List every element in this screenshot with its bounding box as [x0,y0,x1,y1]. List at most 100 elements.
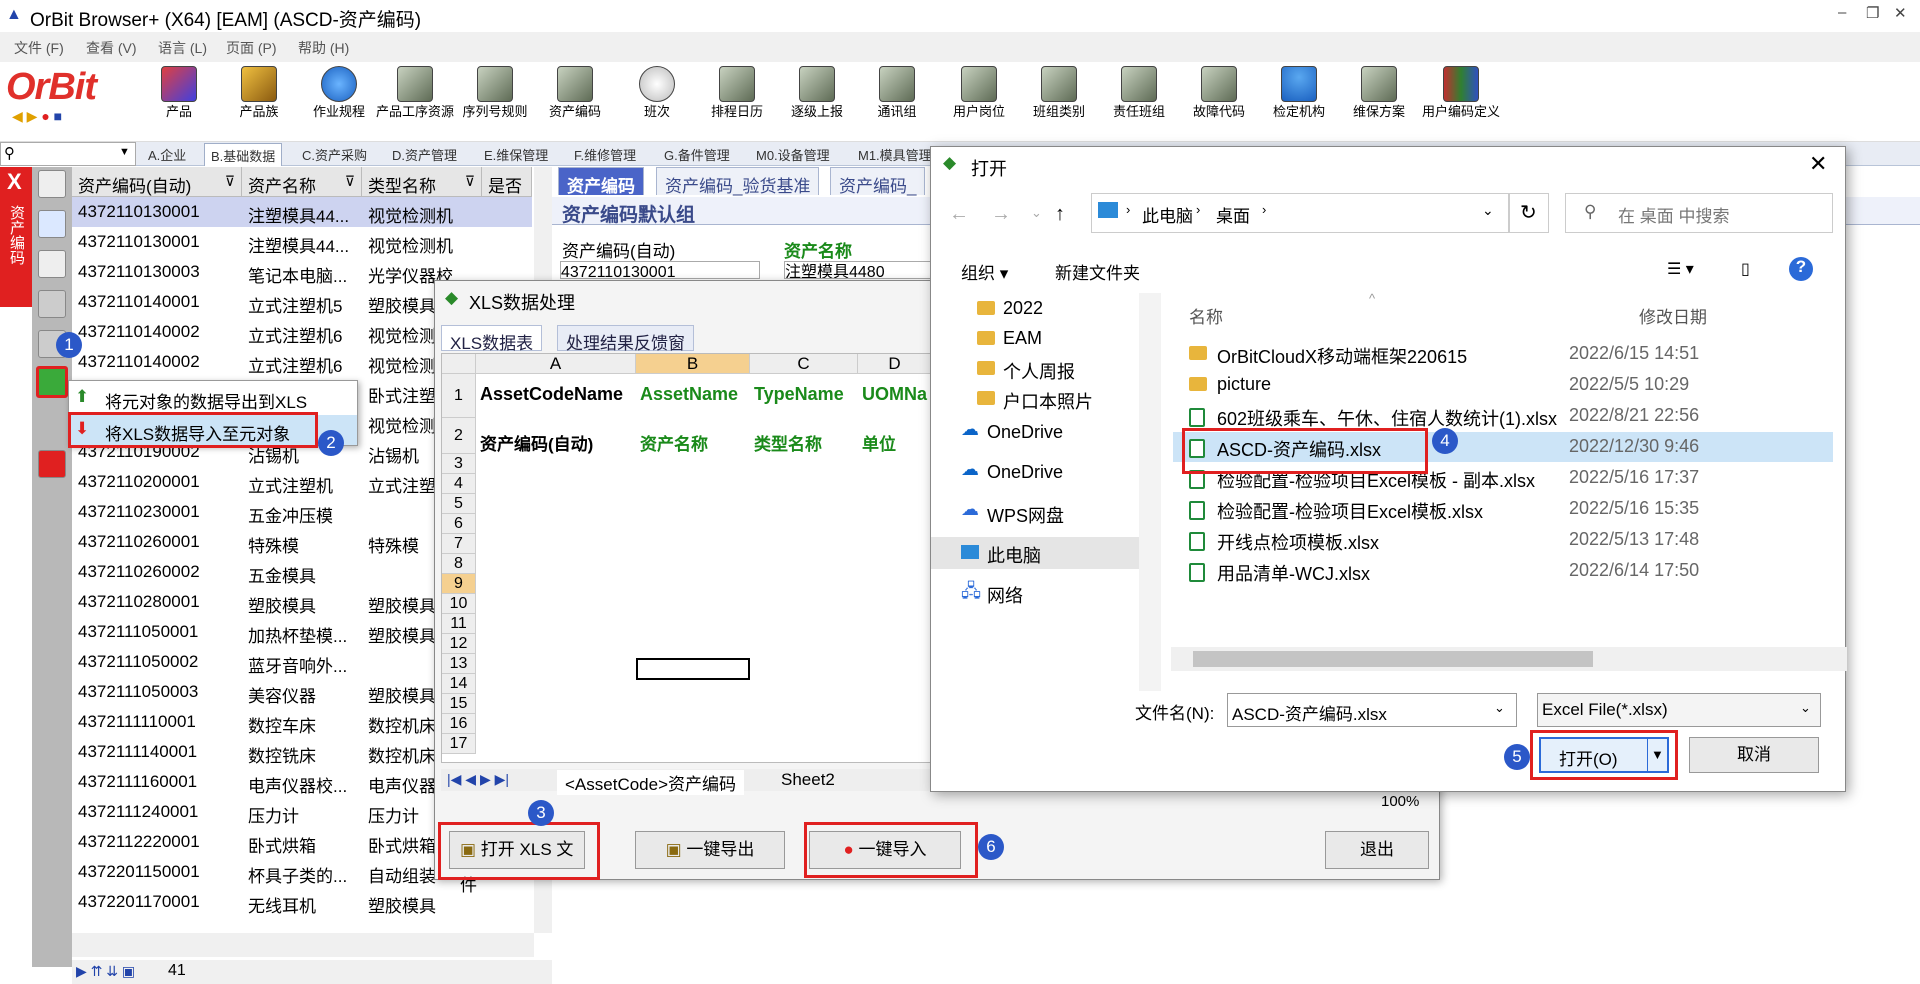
toolbar-process-resource[interactable]: 产品工序资源 [376,66,454,120]
search-input[interactable]: ⚲ ▼ [0,142,136,166]
toolbar-maint-plan[interactable]: 维保方案 [1340,66,1418,120]
row-header[interactable]: 2 [442,418,476,454]
filename-input[interactable]: ASCD-资产编码.xlsx ⌄ [1227,693,1517,727]
chevron-down-icon[interactable]: ⌄ [1482,202,1494,219]
sheet-tab-assetcode[interactable]: <AssetCode>资产编码 [557,770,745,795]
column-d[interactable]: D [858,354,930,374]
cell-c1[interactable]: TypeName [754,384,844,405]
toolbar-resp-team[interactable]: 责任班组 [1100,66,1178,120]
new-page-icon[interactable] [38,170,66,198]
breadcrumb-desktop[interactable]: 桌面 [1216,202,1250,227]
breadcrumb-this-pc[interactable]: 此电脑 [1142,202,1193,227]
toolbar-comm-group[interactable]: 通讯组 [858,66,936,120]
row-header[interactable]: 4 [442,474,476,494]
column-header-type-name[interactable]: 类型名称 ⊽ [362,167,482,197]
restore-icon[interactable]: ❐ [1866,4,1879,22]
back-icon[interactable]: ← [949,203,969,226]
column-c[interactable]: C [750,354,858,374]
toolbar-fault-code[interactable]: 故障代码 [1180,66,1258,120]
file-item[interactable]: picture 2022/5/5 10:29 [1173,370,1833,400]
tab-asset-more[interactable]: 资产编码_ [830,167,926,196]
row-header[interactable]: 12 [442,634,476,654]
tab-asset-purchase[interactable]: C.资产采购 [302,145,367,164]
file-hscrollbar[interactable] [1171,647,1847,671]
file-item[interactable]: 602班级乘车、午休、住宿人数统计(1).xlsx 2022/8/21 22:56 [1173,401,1833,431]
tab-basic-data[interactable]: B.基础数据 [204,143,283,166]
cell-d2[interactable]: 单位 [862,430,896,455]
row-header[interactable]: 17 [442,734,476,754]
tab-enterprise[interactable]: A.企业 [148,145,186,164]
row-header[interactable]: 1 [442,374,476,418]
cancel-button[interactable]: 取消 [1689,737,1819,773]
chevron-down-icon[interactable]: ▼ [119,146,130,158]
sheet-nav-icons[interactable]: |◀ ◀ ▶ ▶| [447,771,509,788]
nav-item[interactable]: 此电脑 [931,537,1161,569]
edit-icon[interactable] [38,250,66,278]
file-item[interactable]: OrBitCloudX移动端框架220615 2022/6/15 14:51 [1173,339,1833,369]
up-icon[interactable]: ↑ [1055,203,1065,226]
filter-icon[interactable]: ⊽ [225,173,235,190]
refresh-button[interactable]: ↻ [1509,193,1549,233]
help-icon[interactable]: ? [1789,257,1813,281]
toolbar-user-code-def[interactable]: 用户编码定义 [1418,66,1504,120]
menu-file[interactable]: 文件 (F) [14,38,64,58]
spreadsheet[interactable]: A B C D 1 2 3 4 5 6 7 8 9 10 11 12 13 14 15 16 17 AssetC… [441,353,931,763]
tab-xls-sheet[interactable]: XLS数据表 [441,325,543,353]
file-type-select[interactable]: Excel File(*.xlsx) ⌄ [1537,693,1821,727]
chevron-down-icon[interactable]: ⌄ [1494,700,1505,716]
column-header-asset-code[interactable]: 资产编码(自动) ⊽ [72,167,242,197]
row-header[interactable]: 5 [442,494,476,514]
recent-chevron-icon[interactable]: ⌄ [1031,205,1042,221]
menu-export-xls[interactable]: ⬆ 将元对象的数据导出到XLS [69,383,357,413]
tab-repair[interactable]: F.维修管理 [574,145,636,164]
tab-maintenance[interactable]: E.维保管理 [484,145,548,164]
tab-equipment[interactable]: M0.设备管理 [756,145,830,164]
cell-c2[interactable]: 类型名称 [754,430,822,455]
xls-tool-icon[interactable] [36,366,68,398]
column-b[interactable]: B [636,354,750,374]
toolbar-product-family[interactable]: 产品族 [220,66,298,120]
search-box[interactable]: ⚲ 在 桌面 中搜索 [1565,193,1833,233]
cell-b1[interactable]: AssetName [640,384,738,405]
nav-scrollbar[interactable] [1139,293,1161,691]
new-folder-button[interactable]: 新建文件夹 [1055,259,1140,284]
field-asset-code-input[interactable]: 4372110130001 [560,261,760,279]
row-header[interactable]: 16 [442,714,476,734]
cell-a2[interactable]: 资产编码(自动) [480,430,593,455]
navigation-icons[interactable]: ▶ ⇈ ⇊ ▣ [76,963,135,980]
toolbar-calendar[interactable]: 排程日历 [698,66,776,120]
toolbar-team-type[interactable]: 班组类别 [1020,66,1098,120]
exit-button[interactable]: 退出 [1325,831,1429,869]
menu-page[interactable]: 页面 (P) [226,38,277,58]
column-header-asset-name[interactable]: 资产名称 ⊽ [242,167,362,197]
column-a[interactable]: A [476,354,636,374]
close-icon[interactable]: ✕ [1894,4,1907,22]
nav-item[interactable]: ☁ OneDrive [931,457,1161,489]
column-header-flag[interactable]: 是否 [482,167,532,197]
toolbar-user-post[interactable]: 用户岗位 [940,66,1018,120]
row-header[interactable]: 14 [442,674,476,694]
nav-item[interactable]: 2022 [931,293,1161,325]
active-cell[interactable] [636,658,750,680]
row-header[interactable]: 7 [442,534,476,554]
preview-pane-icon[interactable]: ▯ [1741,259,1750,279]
row-header[interactable]: 3 [442,454,476,474]
close-icon[interactable]: X [7,169,22,195]
cell-d1[interactable]: UOMNa [862,384,930,405]
row-header[interactable]: 8 [442,554,476,574]
row-header[interactable]: 15 [442,694,476,714]
menu-help[interactable]: 帮助 (H) [298,38,349,58]
organize-button[interactable]: 组织 ▾ [961,259,1008,284]
nav-item[interactable]: ☁ OneDrive [931,417,1161,449]
nav-item[interactable]: EAM [931,323,1161,355]
file-item[interactable]: 开线点检项模板.xlsx 2022/5/13 17:48 [1173,525,1833,555]
address-bar[interactable]: › 此电脑 › 桌面 › ⌄ [1091,193,1509,233]
toolbar-product[interactable]: 产品 [140,66,218,120]
delete-icon[interactable] [38,290,66,318]
table-row[interactable]: 4372110130001 注塑模具44... 视觉检测机 [72,227,532,257]
nav-item[interactable]: ☁ WPS网盘 [931,497,1161,529]
copy-icon[interactable] [38,210,66,238]
one-click-export-button[interactable]: ▣ 一键导出 [635,831,785,869]
file-item[interactable]: 用品清单-WCJ.xlsx 2022/6/14 17:50 [1173,556,1833,586]
cell-b2[interactable]: 资产名称 [640,430,708,455]
